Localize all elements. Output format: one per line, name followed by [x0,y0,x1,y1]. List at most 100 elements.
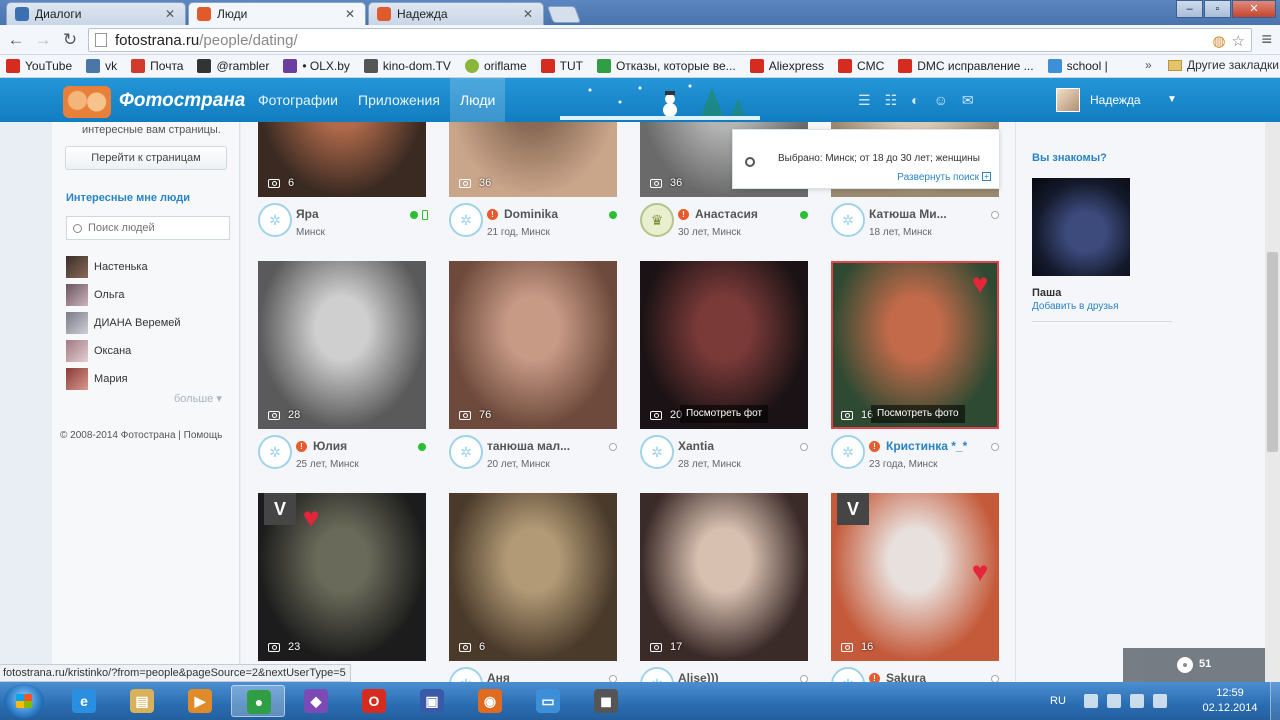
taskbar-camera-app[interactable]: ◼ [579,685,633,717]
browser-menu-icon[interactable]: ≡ [1261,29,1272,50]
person-name[interactable]: Xantia [678,439,714,453]
person-card[interactable]: 76 ✲ танюша мал... 20 лет, Минск [449,261,617,493]
minimize-button[interactable]: – [1176,0,1203,18]
show-desktop-button[interactable] [1270,682,1280,720]
list-icon[interactable]: ☷ [885,92,898,109]
tab-people[interactable]: Люди ✕ [188,2,366,25]
goto-pages-button[interactable]: Перейти к страницам [65,146,227,170]
system-clock[interactable]: 12:59 02.12.2014 [1200,686,1260,716]
person-card[interactable]: 17 ✲ Alise))) [640,493,808,682]
maximize-button[interactable]: ▫ [1204,0,1231,18]
volume-icon[interactable] [1152,694,1167,708]
heart-icon[interactable]: ♥ [965,557,995,587]
tab-dialogs[interactable]: Диалоги ✕ [6,2,186,25]
person-name[interactable]: ! Анастасия [678,207,758,221]
person-name[interactable]: ! Кристинка *_* [869,439,967,453]
taskbar-chrome[interactable]: ● [231,685,285,717]
plus-icon[interactable]: + [982,172,991,181]
expand-search-link[interactable]: Развернуть поиск [897,172,979,183]
notifications-widget[interactable]: 51 [1123,648,1265,682]
person-name[interactable]: Катюша Ми... [869,207,947,221]
news-icon[interactable]: ☰ [858,92,871,109]
person-name[interactable]: ! Dominika [487,207,558,221]
tab-nadezhda[interactable]: Надежда ✕ [368,2,544,25]
person-name[interactable]: Alise))) [678,671,719,682]
scrollbar-thumb[interactable] [1267,252,1278,452]
nav-people[interactable]: Люди [449,78,506,122]
person-name[interactable]: ! Юлия [296,439,347,453]
suggested-person-name[interactable]: Паша [1032,287,1061,299]
bookmark-item[interactable]: oriflame [464,59,527,73]
person-photo[interactable]: 6 [258,122,426,197]
search-input[interactable] [88,222,218,234]
nav-photos[interactable]: Фотографии [248,78,348,122]
bookmark-item[interactable]: kino-dom.TV [363,59,451,73]
site-logo[interactable]: Фотострана [119,90,245,112]
bookmarks-overflow-button[interactable]: » [1145,58,1152,72]
person-photo[interactable]: 20 Посмотреть фот [640,261,808,429]
language-indicator[interactable]: RU [1050,695,1066,707]
person-photo[interactable]: 36 [449,122,617,197]
badge-icon[interactable]: ✲ [640,667,674,682]
bookmark-item[interactable]: • OLX.by [283,59,350,73]
person-card[interactable]: ♥ 16 Посмотреть фото ✲! Кристинка *_* 23 года… [831,261,999,493]
taskbar-internet-explorer[interactable]: e [57,685,111,717]
crown-icon[interactable]: ♛ [640,203,674,237]
badge-icon[interactable]: ✲ [831,203,865,237]
badge-icon[interactable]: ✲ [258,203,292,237]
fotostrana-logo-icon[interactable] [63,86,111,118]
back-button[interactable]: ← [5,29,27,51]
suggested-person-photo[interactable] [1032,178,1130,276]
taskbar-save-app[interactable]: ▣ [405,685,459,717]
flag-icon[interactable] [1083,694,1098,708]
messages-icon[interactable]: ✉ [962,92,974,109]
taskbar-media-player[interactable]: ▶ [173,685,227,717]
badge-icon[interactable]: ✲ [449,667,483,682]
close-icon[interactable]: ✕ [163,7,177,21]
person-card[interactable]: 6 ✲ Аня [449,493,617,682]
heart-icon[interactable]: ♥ [296,503,326,533]
taskbar-opera[interactable]: O [347,685,401,717]
person-photo[interactable]: V ♥ 16 [831,493,999,661]
reload-button[interactable]: ↻ [59,29,81,51]
header-user[interactable]: Надежда [1056,88,1141,112]
chevron-down-icon[interactable]: ▼ [1167,94,1177,105]
page-scrollbar[interactable] [1265,122,1280,682]
list-item[interactable]: Ольга [66,281,181,309]
badge-icon[interactable]: ✲ [831,435,865,469]
games-icon[interactable]: ◐ [911,92,919,109]
taskbar-file-explorer[interactable]: ▤ [115,685,169,717]
bookmark-item[interactable]: @rambler [197,59,269,73]
start-button[interactable] [4,684,44,718]
taskbar-visual-studio[interactable]: ◆ [289,685,343,717]
more-link[interactable]: больше ▾ [174,392,222,405]
person-card[interactable]: 28 ✲! Юлия 25 лет, Минск [258,261,426,493]
person-name[interactable]: танюша мал... [487,439,570,453]
signal-icon[interactable] [1129,694,1144,708]
new-tab-button[interactable] [546,6,582,23]
badge-icon[interactable]: ✲ [449,435,483,469]
person-photo[interactable]: ♥ 16 Посмотреть фото [831,261,999,429]
person-card[interactable]: V ♥ 16 ✲! Sakura [831,493,999,682]
badge-icon[interactable]: ✲ [640,435,674,469]
person-card[interactable]: 20 Посмотреть фот ✲ Xantia 28 лет, Минск [640,261,808,493]
person-photo[interactable]: 17 [640,493,808,661]
view-photos-button[interactable]: Посмотреть фото [871,405,965,423]
person-name[interactable]: Яра [296,207,319,221]
bookmark-item[interactable]: DMC исправление ... [898,59,1034,73]
person-name[interactable]: ! Sakura [869,671,926,682]
list-item[interactable]: Настенька [66,253,181,281]
person-photo[interactable]: 76 [449,261,617,429]
interesting-people-heading[interactable]: Интересные мне люди [66,192,190,204]
nav-apps[interactable]: Приложения [348,78,450,122]
bookmark-item[interactable]: Aliexpress [749,59,824,73]
person-card[interactable]: 6 ✲ Яра Минск [258,122,428,261]
other-bookmarks[interactable]: Другие закладки [1168,58,1279,72]
view-photos-button[interactable]: Посмотреть фот [680,405,769,423]
person-name[interactable]: Аня [487,671,510,682]
taskbar-remote-desktop[interactable]: ▭ [521,685,575,717]
bookmark-star-icon[interactable]: ☆ [1232,32,1245,50]
bookmark-item[interactable]: СМС [838,59,884,73]
window-close-button[interactable]: ✕ [1232,0,1276,18]
bookmark-item[interactable]: school | [1047,59,1108,73]
